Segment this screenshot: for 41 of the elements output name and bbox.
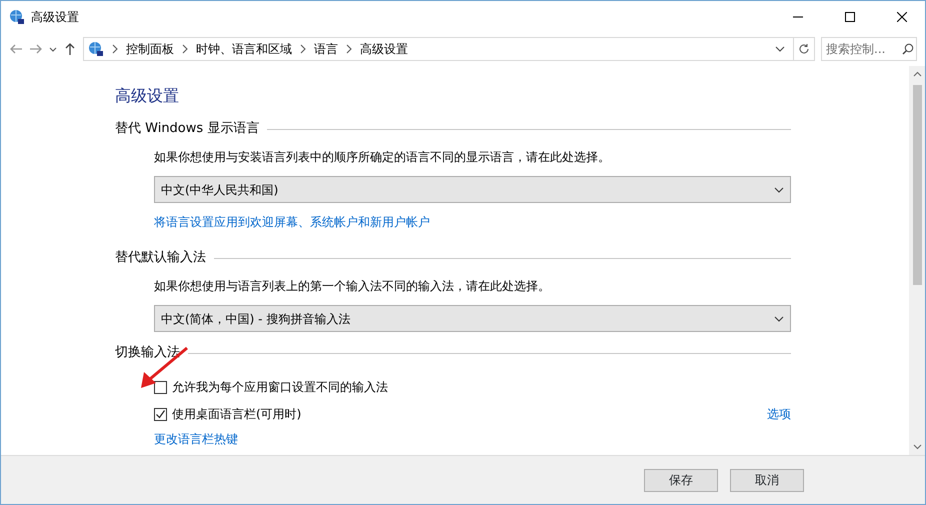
breadcrumb[interactable]: 时钟、语言和区域 [196, 40, 292, 58]
dropdown[interactable]: 中文(简体，中国) - 搜狗拼音输入法 [154, 305, 791, 332]
dialog-button[interactable]: 保存 [644, 468, 718, 492]
description-text: 如果你想使用与安装语言列表中的顺序所确定的语言不同的显示语言，请在此处选择。 [154, 149, 611, 166]
settings-link[interactable]: 将语言设置应用到欢迎屏幕、系统帐户和新用户帐户 [154, 213, 430, 231]
dropdown-icon [774, 184, 784, 194]
page-heading: 高级设置 [115, 85, 180, 107]
chevron-icon [346, 44, 352, 54]
location-icon [88, 41, 104, 57]
scroll-down-icon[interactable] [912, 442, 922, 451]
close-icon [897, 12, 907, 22]
forward-icon[interactable] [29, 42, 43, 56]
dropdown-icon [774, 314, 784, 324]
check-icon [155, 408, 166, 420]
section-title: 替代默认输入法 [115, 249, 206, 268]
scroll-up-icon[interactable] [912, 70, 922, 79]
scrollbar-thumb[interactable] [912, 85, 922, 285]
app-icon [9, 8, 25, 24]
description-text: 如果你想使用与语言列表上的第一个输入法不同的输入法，请在此处选择。 [154, 278, 551, 295]
window-title: 高级设置 [31, 8, 80, 26]
chevron-icon [300, 44, 306, 54]
search-icon [902, 43, 914, 55]
checkbox[interactable]: 使用桌面语言栏(可用时) [154, 405, 302, 423]
search-box[interactable]: 搜索控制... [821, 37, 917, 61]
breadcrumb[interactable]: 高级设置 [360, 40, 408, 58]
dropdown-icon[interactable] [775, 44, 785, 54]
section-title: 替代 Windows 显示语言 [115, 120, 260, 138]
checkbox[interactable]: 允许我为每个应用窗口设置不同的输入法 [154, 378, 388, 396]
chevron-icon [182, 44, 188, 54]
dropdown[interactable]: 中文(中华人民共和国) [154, 176, 791, 203]
breadcrumb[interactable]: 控制面板 [126, 40, 174, 58]
back-icon[interactable] [9, 42, 23, 56]
chevron-icon [112, 44, 118, 54]
up-icon[interactable] [63, 42, 77, 56]
dialog-button[interactable]: 取消 [730, 468, 804, 492]
breadcrumb[interactable]: 语言 [314, 40, 338, 58]
address-bar[interactable]: 控制面板 时钟、语言和区域 语言 高级设置 [83, 37, 815, 61]
settings-link[interactable]: 更改语言栏热键 [154, 430, 238, 448]
refresh-icon[interactable] [798, 43, 810, 55]
maximize-icon [845, 12, 855, 22]
options-link[interactable]: 选项 [767, 405, 791, 423]
